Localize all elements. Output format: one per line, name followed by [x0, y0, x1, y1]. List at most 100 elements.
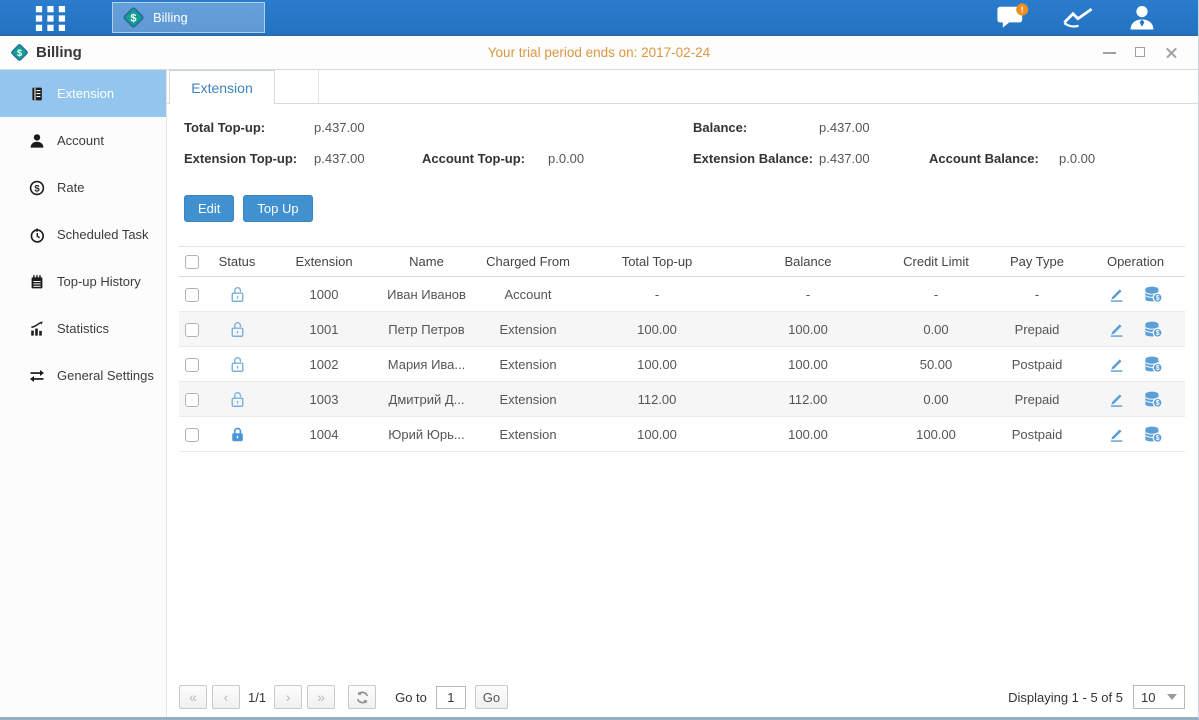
window-title-group: Billing	[0, 43, 82, 62]
main-content: Extension Total Top-up: p.437.00 Balance…	[167, 70, 1198, 717]
window-title: Billing	[36, 44, 82, 61]
col-total-topup: Total Top-up	[582, 247, 732, 277]
row-checkbox[interactable]	[185, 323, 199, 337]
cell-total-topup: 100.00	[582, 312, 732, 347]
user-account-icon[interactable]	[1128, 4, 1156, 31]
balance-value: p.437.00	[819, 120, 870, 135]
unlocked-icon	[230, 286, 245, 303]
col-credit-limit: Credit Limit	[884, 247, 988, 277]
edit-icon[interactable]	[1108, 391, 1125, 408]
top-up-button[interactable]: Top Up	[243, 195, 312, 222]
cell-charged-from: Extension	[474, 312, 582, 347]
topup-coins-icon[interactable]	[1144, 426, 1163, 443]
cell-balance: 112.00	[732, 382, 884, 417]
next-page-icon: ›	[286, 689, 291, 705]
cell-total-topup: 100.00	[582, 417, 732, 452]
cell-name: Иван Иванов	[379, 277, 474, 312]
notifications-icon[interactable]: !	[996, 3, 1029, 31]
row-checkbox[interactable]	[185, 428, 199, 442]
table-row: 1001 Петр Петров Extension 100.00 100.00…	[179, 312, 1185, 347]
badge-glyph: !	[1021, 4, 1024, 14]
rate-dollar-icon: $	[29, 180, 45, 196]
close-icon[interactable]	[1165, 46, 1178, 59]
account-person-icon	[29, 133, 45, 149]
sidebar-item-label: Top-up History	[57, 274, 141, 289]
cell-credit-limit: -	[884, 277, 988, 312]
edit-icon[interactable]	[1108, 321, 1125, 338]
cell-credit-limit: 100.00	[884, 417, 988, 452]
sidebar-item-general-settings[interactable]: General Settings	[0, 352, 166, 399]
cell-credit-limit: 0.00	[884, 382, 988, 417]
topup-coins-icon[interactable]	[1144, 321, 1163, 338]
sidebar-item-statistics[interactable]: Statistics	[0, 305, 166, 352]
cell-name: Петр Петров	[379, 312, 474, 347]
resource-monitor-icon[interactable]	[1062, 5, 1095, 29]
main-menu-button[interactable]	[33, 6, 71, 31]
row-checkbox[interactable]	[185, 358, 199, 372]
balance-label: Balance:	[693, 120, 747, 135]
sidebar-item-topup-history[interactable]: Top-up History	[0, 258, 166, 305]
last-page-button[interactable]: »	[307, 685, 335, 709]
topup-coins-icon[interactable]	[1144, 391, 1163, 408]
refresh-button[interactable]	[348, 685, 376, 709]
page-size-value: 10	[1141, 690, 1155, 705]
prev-page-button[interactable]: ‹	[212, 685, 240, 709]
sidebar-item-rate[interactable]: $ Rate	[0, 164, 166, 211]
cell-charged-from: Account	[474, 277, 582, 312]
sidebar-item-label: General Settings	[57, 368, 154, 383]
refresh-icon	[355, 690, 370, 705]
extensions-table: Status Extension Name Charged From Total…	[179, 246, 1185, 452]
tab-extension[interactable]: Extension	[169, 70, 275, 104]
cell-extension: 1003	[269, 382, 379, 417]
prev-page-icon: ‹	[224, 689, 229, 705]
edit-icon[interactable]	[1108, 426, 1125, 443]
sidebar-item-account[interactable]: Account	[0, 117, 166, 164]
select-all-checkbox[interactable]	[185, 255, 199, 269]
sidebar-item-label: Scheduled Task	[57, 227, 149, 242]
maximize-icon[interactable]	[1134, 46, 1147, 59]
edit-icon[interactable]	[1108, 356, 1125, 373]
minimize-icon[interactable]	[1103, 46, 1116, 59]
row-checkbox[interactable]	[185, 288, 199, 302]
topup-coins-icon[interactable]	[1144, 356, 1163, 373]
sidebar-item-scheduled-task[interactable]: Scheduled Task	[0, 211, 166, 258]
cell-total-topup: -	[582, 277, 732, 312]
sidebar-item-label: Statistics	[57, 321, 109, 336]
first-page-button[interactable]: «	[179, 685, 207, 709]
col-pay-type: Pay Type	[988, 247, 1086, 277]
caret-down-icon	[1167, 694, 1177, 700]
col-balance: Balance	[732, 247, 884, 277]
locked-icon	[230, 426, 245, 443]
goto-page-input[interactable]	[436, 686, 466, 709]
extension-topup-value: p.437.00	[314, 151, 365, 166]
apps-grid-icon	[33, 6, 70, 31]
taskbar-tab-billing[interactable]: Billing	[112, 2, 265, 33]
col-status: Status	[205, 247, 269, 277]
row-checkbox[interactable]	[185, 393, 199, 407]
cell-total-topup: 112.00	[582, 382, 732, 417]
cell-charged-from: Extension	[474, 347, 582, 382]
account-topup-value: p.0.00	[548, 151, 584, 166]
sidebar-item-extension[interactable]: Extension	[0, 70, 166, 117]
scheduled-task-clock-icon	[29, 227, 45, 243]
extension-balance-label: Extension Balance:	[693, 151, 813, 166]
page-size-select[interactable]: 10	[1133, 685, 1185, 709]
sidebar-item-label: Extension	[57, 86, 114, 101]
cell-charged-from: Extension	[474, 417, 582, 452]
next-page-button[interactable]: ›	[274, 685, 302, 709]
billing-summary: Total Top-up: p.437.00 Balance: p.437.00…	[167, 104, 1198, 195]
table-header-row: Status Extension Name Charged From Total…	[179, 247, 1185, 277]
edit-button[interactable]: Edit	[184, 195, 234, 222]
cell-name: Юрий Юрь...	[379, 417, 474, 452]
edit-icon[interactable]	[1108, 286, 1125, 303]
col-charged-from: Charged From	[474, 247, 582, 277]
table-row: 1000 Иван Иванов Account - - - -	[179, 277, 1185, 312]
topup-history-notebook-icon	[29, 274, 45, 290]
topup-coins-icon[interactable]	[1144, 286, 1163, 303]
statistics-chart-icon	[29, 321, 45, 337]
first-page-icon: «	[189, 689, 197, 705]
table-row: 1003 Дмитрий Д... Extension 112.00 112.0…	[179, 382, 1185, 417]
account-balance-value: p.0.00	[1059, 151, 1095, 166]
table-row: 1002 Мария Ива... Extension 100.00 100.0…	[179, 347, 1185, 382]
go-button[interactable]: Go	[475, 685, 508, 709]
